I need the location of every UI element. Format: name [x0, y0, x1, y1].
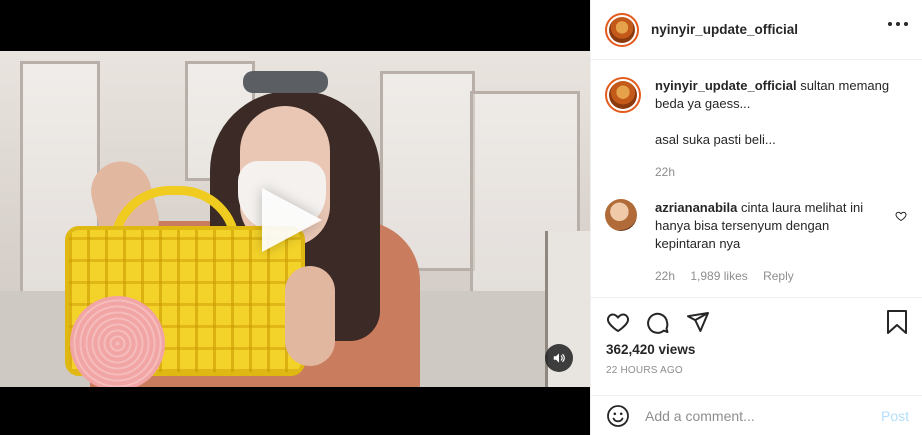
emoji-icon[interactable] — [605, 403, 631, 429]
play-icon[interactable] — [262, 188, 322, 252]
avatar[interactable] — [605, 77, 641, 113]
comment-heart-icon[interactable] — [895, 209, 907, 225]
caption-timestamp[interactable]: 22h — [655, 163, 895, 181]
comment-icon[interactable] — [645, 309, 671, 335]
heart-icon[interactable] — [605, 309, 631, 335]
video-player[interactable] — [0, 0, 590, 435]
caption-text-line2: asal suka pasti beli... — [655, 132, 776, 147]
add-comment-bar: Post — [591, 395, 922, 435]
post-header: nyinyir_update_official — [591, 0, 922, 60]
share-icon[interactable] — [685, 309, 711, 335]
caption-body: nyinyir_update_official sultan memang be… — [655, 77, 895, 181]
person-arm — [285, 266, 335, 366]
avatar[interactable] — [605, 12, 639, 47]
post-timestamp[interactable]: 22 HOURS AGO — [591, 365, 922, 376]
caption-username[interactable]: nyinyir_update_official — [655, 78, 797, 93]
sound-icon[interactable] — [545, 344, 573, 372]
comments-section: nyinyir_update_official sultan memang be… — [591, 61, 922, 297]
post-comment-button[interactable]: Post — [881, 408, 909, 424]
comment-item: azriananabila cinta laura melihat ini ha… — [605, 199, 909, 285]
more-options-icon[interactable] — [888, 22, 908, 28]
sunglasses — [243, 71, 328, 93]
comment-likes[interactable]: 1,989 likes — [690, 269, 747, 283]
bookmark-icon[interactable] — [885, 309, 909, 338]
comment-meta: 22h 1,989 likes Reply — [655, 267, 880, 285]
post-actions: 362,420 views 22 HOURS AGO Post — [591, 297, 922, 435]
comment-input[interactable] — [645, 407, 865, 424]
comment-username[interactable]: azriananabila — [655, 200, 737, 215]
reply-button[interactable]: Reply — [763, 269, 794, 283]
comment-body: azriananabila cinta laura melihat ini ha… — [655, 199, 880, 285]
caption: nyinyir_update_official sultan memang be… — [605, 77, 909, 181]
comment-timestamp[interactable]: 22h — [655, 269, 675, 283]
pink-pouch — [70, 296, 165, 387]
avatar[interactable] — [605, 199, 637, 231]
post-modal: nyinyir_update_official nyinyir_update_o… — [0, 0, 922, 435]
post-side-panel: nyinyir_update_official nyinyir_update_o… — [590, 0, 922, 435]
action-icon-row — [591, 298, 922, 346]
author-username[interactable]: nyinyir_update_official — [651, 22, 798, 37]
